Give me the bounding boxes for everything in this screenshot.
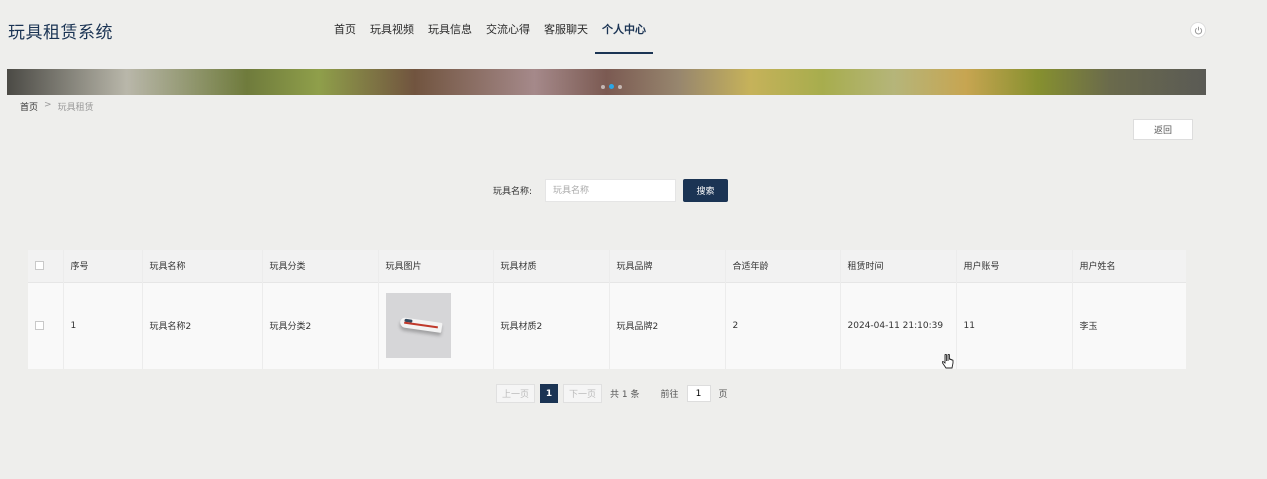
cell-suitable-age: 2: [725, 281, 841, 369]
cell-index: 1: [63, 281, 143, 369]
cell-user-account: 11: [956, 281, 1073, 369]
breadcrumb-separator: >: [44, 100, 52, 110]
search-button[interactable]: 搜索: [683, 179, 728, 202]
search-label: 玩具名称:: [493, 187, 533, 197]
carousel-dot-active[interactable]: [609, 84, 614, 89]
header-select-all: [28, 250, 64, 282]
hand-pointer-icon: [941, 353, 954, 374]
cell-user-name: 李玉: [1072, 281, 1186, 369]
goto-page-input[interactable]: [686, 385, 711, 402]
column-header: 玩具材质: [493, 250, 610, 282]
table-row: 1 玩具名称2 玩具分类2 玩具材质2 玩具品牌2 2 2024-04-11 2…: [28, 281, 1186, 369]
total-count: 共 1 条: [610, 390, 640, 400]
select-all-checkbox[interactable]: [35, 260, 44, 270]
breadcrumb-current: 玩具租赁: [57, 103, 94, 113]
nav-toy-info[interactable]: 玩具信息: [421, 0, 479, 54]
row-select-cell: [28, 281, 64, 369]
cell-toy-brand: 玩具品牌2: [609, 281, 726, 369]
column-header: 合适年龄: [725, 250, 841, 282]
cell-toy-material: 玩具材质2: [493, 281, 610, 369]
table-header-row: 序号 玩具名称 玩具分类 玩具图片 玩具材质 玩具品牌 合适年龄 租赁时间 用户…: [28, 250, 1186, 282]
main-nav: 首页 玩具视频 玩具信息 交流心得 客服聊天 个人中心: [327, 0, 653, 54]
header: 玩具租赁系统 首页 玩具视频 玩具信息 交流心得 客服聊天 个人中心: [0, 0, 1267, 62]
nav-home[interactable]: 首页: [327, 0, 363, 54]
carousel-dot[interactable]: [601, 85, 605, 89]
search-input[interactable]: [545, 179, 676, 202]
banner-carousel: [7, 69, 1206, 95]
carousel-dot[interactable]: [618, 85, 622, 89]
column-header: 玩具分类: [262, 250, 379, 282]
column-header: 玩具图片: [378, 250, 494, 282]
column-header: 用户姓名: [1072, 250, 1186, 282]
carousel-indicators: [601, 84, 622, 89]
search-bar: 玩具名称: 搜索: [493, 179, 728, 202]
column-header: 租赁时间: [840, 250, 957, 282]
page-suffix: 页: [718, 390, 728, 400]
page-number-current[interactable]: 1: [540, 384, 559, 403]
column-header: 玩具名称: [142, 250, 263, 282]
nav-customer-chat[interactable]: 客服聊天: [537, 0, 595, 54]
cell-rent-time: 2024-04-11 21:10:39: [840, 281, 957, 369]
nav-toy-videos[interactable]: 玩具视频: [363, 0, 421, 54]
power-icon[interactable]: [1190, 22, 1206, 38]
goto-label: 前往: [660, 390, 679, 400]
rental-table: 序号 玩具名称 玩具分类 玩具图片 玩具材质 玩具品牌 合适年龄 租赁时间 用户…: [28, 250, 1186, 369]
prev-page-button[interactable]: 上一页: [496, 384, 536, 403]
pagination: 上一页 1 下一页 共 1 条 前往 页: [496, 384, 728, 403]
column-header: 用户账号: [956, 250, 1073, 282]
next-page-button[interactable]: 下一页: [563, 384, 603, 403]
breadcrumb-home[interactable]: 首页: [20, 100, 38, 113]
train-shape: [399, 317, 442, 334]
column-header: 玩具品牌: [609, 250, 726, 282]
breadcrumb: 首页 > 玩具租赁: [20, 100, 94, 113]
site-title: 玩具租赁系统: [8, 23, 113, 43]
cell-toy-image: [378, 281, 494, 369]
power-glyph: [1194, 26, 1202, 34]
nav-personal-center[interactable]: 个人中心: [595, 0, 653, 54]
toy-train-image[interactable]: [385, 293, 451, 359]
nav-experience[interactable]: 交流心得: [479, 0, 537, 54]
cell-toy-name: 玩具名称2: [142, 281, 263, 369]
cell-toy-category: 玩具分类2: [262, 281, 379, 369]
back-button[interactable]: 返回: [1133, 119, 1193, 140]
row-checkbox[interactable]: [35, 320, 44, 330]
column-header: 序号: [63, 250, 143, 282]
